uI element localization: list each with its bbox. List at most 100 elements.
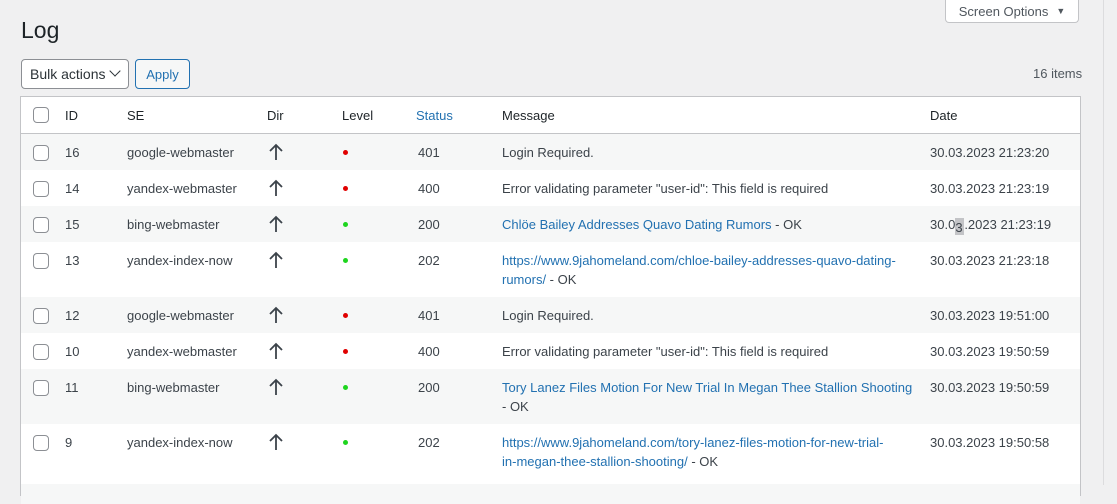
row-date-part: 30.0 (930, 217, 956, 232)
arrow-up-icon (269, 306, 283, 323)
row-id: 13 (65, 253, 80, 268)
row-se: yandex-index-now (127, 253, 233, 268)
row-id: 15 (65, 217, 80, 232)
arrow-up-icon (269, 215, 283, 232)
row-id: 12 (65, 308, 80, 323)
level-ok-dot (343, 440, 348, 445)
column-dir[interactable]: Dir (267, 106, 284, 125)
apply-button[interactable]: Apply (135, 59, 190, 89)
row-se: bing-webmaster (127, 380, 220, 395)
message-suffix: - OK (502, 399, 529, 414)
message-suffix: - OK (771, 217, 802, 232)
row-date: 30.03.2023 19:50:58 (930, 435, 1050, 450)
row-message: Error validating parameter "user-id": Th… (502, 344, 829, 359)
row-checkbox[interactable] (33, 344, 49, 360)
column-level[interactable]: Level (342, 106, 373, 125)
arrow-up-icon (269, 143, 283, 160)
column-se[interactable]: SE (127, 106, 144, 125)
table-row: 15 bing-webmaster 200 Chlöe Bailey Addre… (21, 206, 1080, 242)
message-link[interactable]: Chlöe Bailey Addresses Quavo Dating Rumo… (502, 217, 772, 232)
row-message: Chlöe Bailey Addresses Quavo Dating Rumo… (502, 215, 802, 234)
row-message: Login Required. (502, 145, 594, 160)
message-link-cont[interactable]: in-megan-thee-stallion-shooting/ (502, 454, 688, 469)
row-checkbox[interactable] (33, 217, 49, 233)
row-message: Login Required. (502, 308, 594, 323)
row-date: 30.03.2023 21:23:20 (930, 145, 1050, 160)
column-message[interactable]: Message (502, 106, 555, 125)
message-suffix: - OK (546, 272, 577, 287)
row-se: yandex-webmaster (127, 181, 237, 196)
row-message: https://www.9jahomeland.com/tory-lanez-f… (502, 433, 912, 471)
level-ok-dot (343, 258, 348, 263)
table-header: ID SE Dir Level Status Message Date (21, 97, 1080, 134)
level-error-dot (343, 186, 348, 191)
arrow-up-icon (269, 378, 283, 395)
message-link-cont[interactable]: rumors/ (502, 272, 546, 287)
row-status: 202 (418, 253, 440, 268)
row-id: 16 (65, 145, 80, 160)
row-date-selected-char: 3 (955, 218, 965, 235)
row-date-part: .2023 21:23:19 (964, 217, 1052, 232)
arrow-up-icon (269, 251, 283, 268)
row-status: 400 (418, 344, 440, 359)
row-date: 30.03.2023 19:51:00 (930, 308, 1050, 323)
row-status: 200 (418, 380, 440, 395)
row-id: 14 (65, 181, 80, 196)
caret-down-icon: ▼ (1056, 6, 1066, 16)
row-message: https://www.9jahomeland.com/chloe-bailey… (502, 251, 912, 289)
row-se: yandex-index-now (127, 435, 233, 450)
row-message: Error validating parameter "user-id": Th… (502, 181, 829, 196)
row-id: 11 (65, 380, 79, 395)
table-row: 13 yandex-index-now 202 https://www.9jah… (21, 242, 1080, 297)
row-date: 30.03.2023 21:23:19 (930, 181, 1050, 196)
row-checkbox[interactable] (33, 380, 49, 396)
chevron-down-icon (109, 65, 121, 77)
row-date: 30.03.2023 21:23:19 (930, 215, 1051, 235)
column-status[interactable]: Status (416, 106, 453, 125)
row-id: 9 (65, 435, 73, 450)
row-se: google-webmaster (127, 145, 234, 160)
level-error-dot (343, 313, 348, 318)
table-row: 10 yandex-webmaster 400 Error validating… (21, 333, 1080, 369)
message-suffix: - OK (687, 454, 719, 469)
level-ok-dot (343, 385, 348, 390)
column-date[interactable]: Date (930, 106, 957, 125)
screen-options-button[interactable]: Screen Options ▼ (945, 0, 1079, 23)
page-title: Log (21, 17, 60, 43)
row-checkbox[interactable] (33, 308, 49, 324)
select-all-checkbox[interactable] (33, 107, 49, 123)
row-se: bing-webmaster (127, 217, 220, 232)
column-id[interactable]: ID (65, 106, 78, 125)
bulk-actions-select[interactable]: Bulk actions (21, 59, 129, 89)
log-table: ID SE Dir Level Status Message Date 16 g… (20, 96, 1081, 504)
row-date: 30.03.2023 19:50:59 (930, 344, 1050, 359)
row-id: 10 (65, 344, 80, 359)
table-row: 12 google-webmaster 401 Login Required. … (21, 297, 1080, 333)
row-status: 400 (418, 181, 440, 196)
table-row: 16 google-webmaster 401 Login Required. … (21, 134, 1080, 170)
window-edge (1103, 0, 1117, 485)
items-count: 16 items (1033, 66, 1083, 81)
row-checkbox[interactable] (33, 145, 49, 161)
arrow-up-icon (269, 342, 283, 359)
message-link[interactable]: Tory Lanez Files Motion For New Trial In… (502, 380, 912, 395)
row-se: yandex-webmaster (127, 344, 237, 359)
row-status: 200 (418, 217, 440, 232)
row-se: google-webmaster (127, 308, 234, 323)
row-date: 30.03.2023 19:50:59 (930, 380, 1050, 395)
level-error-dot (343, 150, 348, 155)
message-link[interactable]: https://www.9jahomeland.com/chloe-bailey… (502, 253, 896, 268)
message-link[interactable]: https://www.9jahomeland.com/tory-lanez-f… (502, 435, 883, 450)
row-status: 202 (418, 435, 440, 450)
level-ok-dot (343, 222, 348, 227)
row-checkbox[interactable] (33, 435, 49, 451)
table-row: 11 bing-webmaster 200 Tory Lanez Files M… (21, 369, 1080, 424)
table-row-partial (21, 484, 1080, 504)
level-error-dot (343, 349, 348, 354)
row-checkbox[interactable] (33, 181, 49, 197)
arrow-up-icon (269, 433, 283, 450)
table-row: 9 yandex-index-now 202 https://www.9jaho… (21, 424, 1080, 484)
row-status: 401 (418, 308, 440, 323)
row-status: 401 (418, 145, 440, 160)
row-checkbox[interactable] (33, 253, 49, 269)
